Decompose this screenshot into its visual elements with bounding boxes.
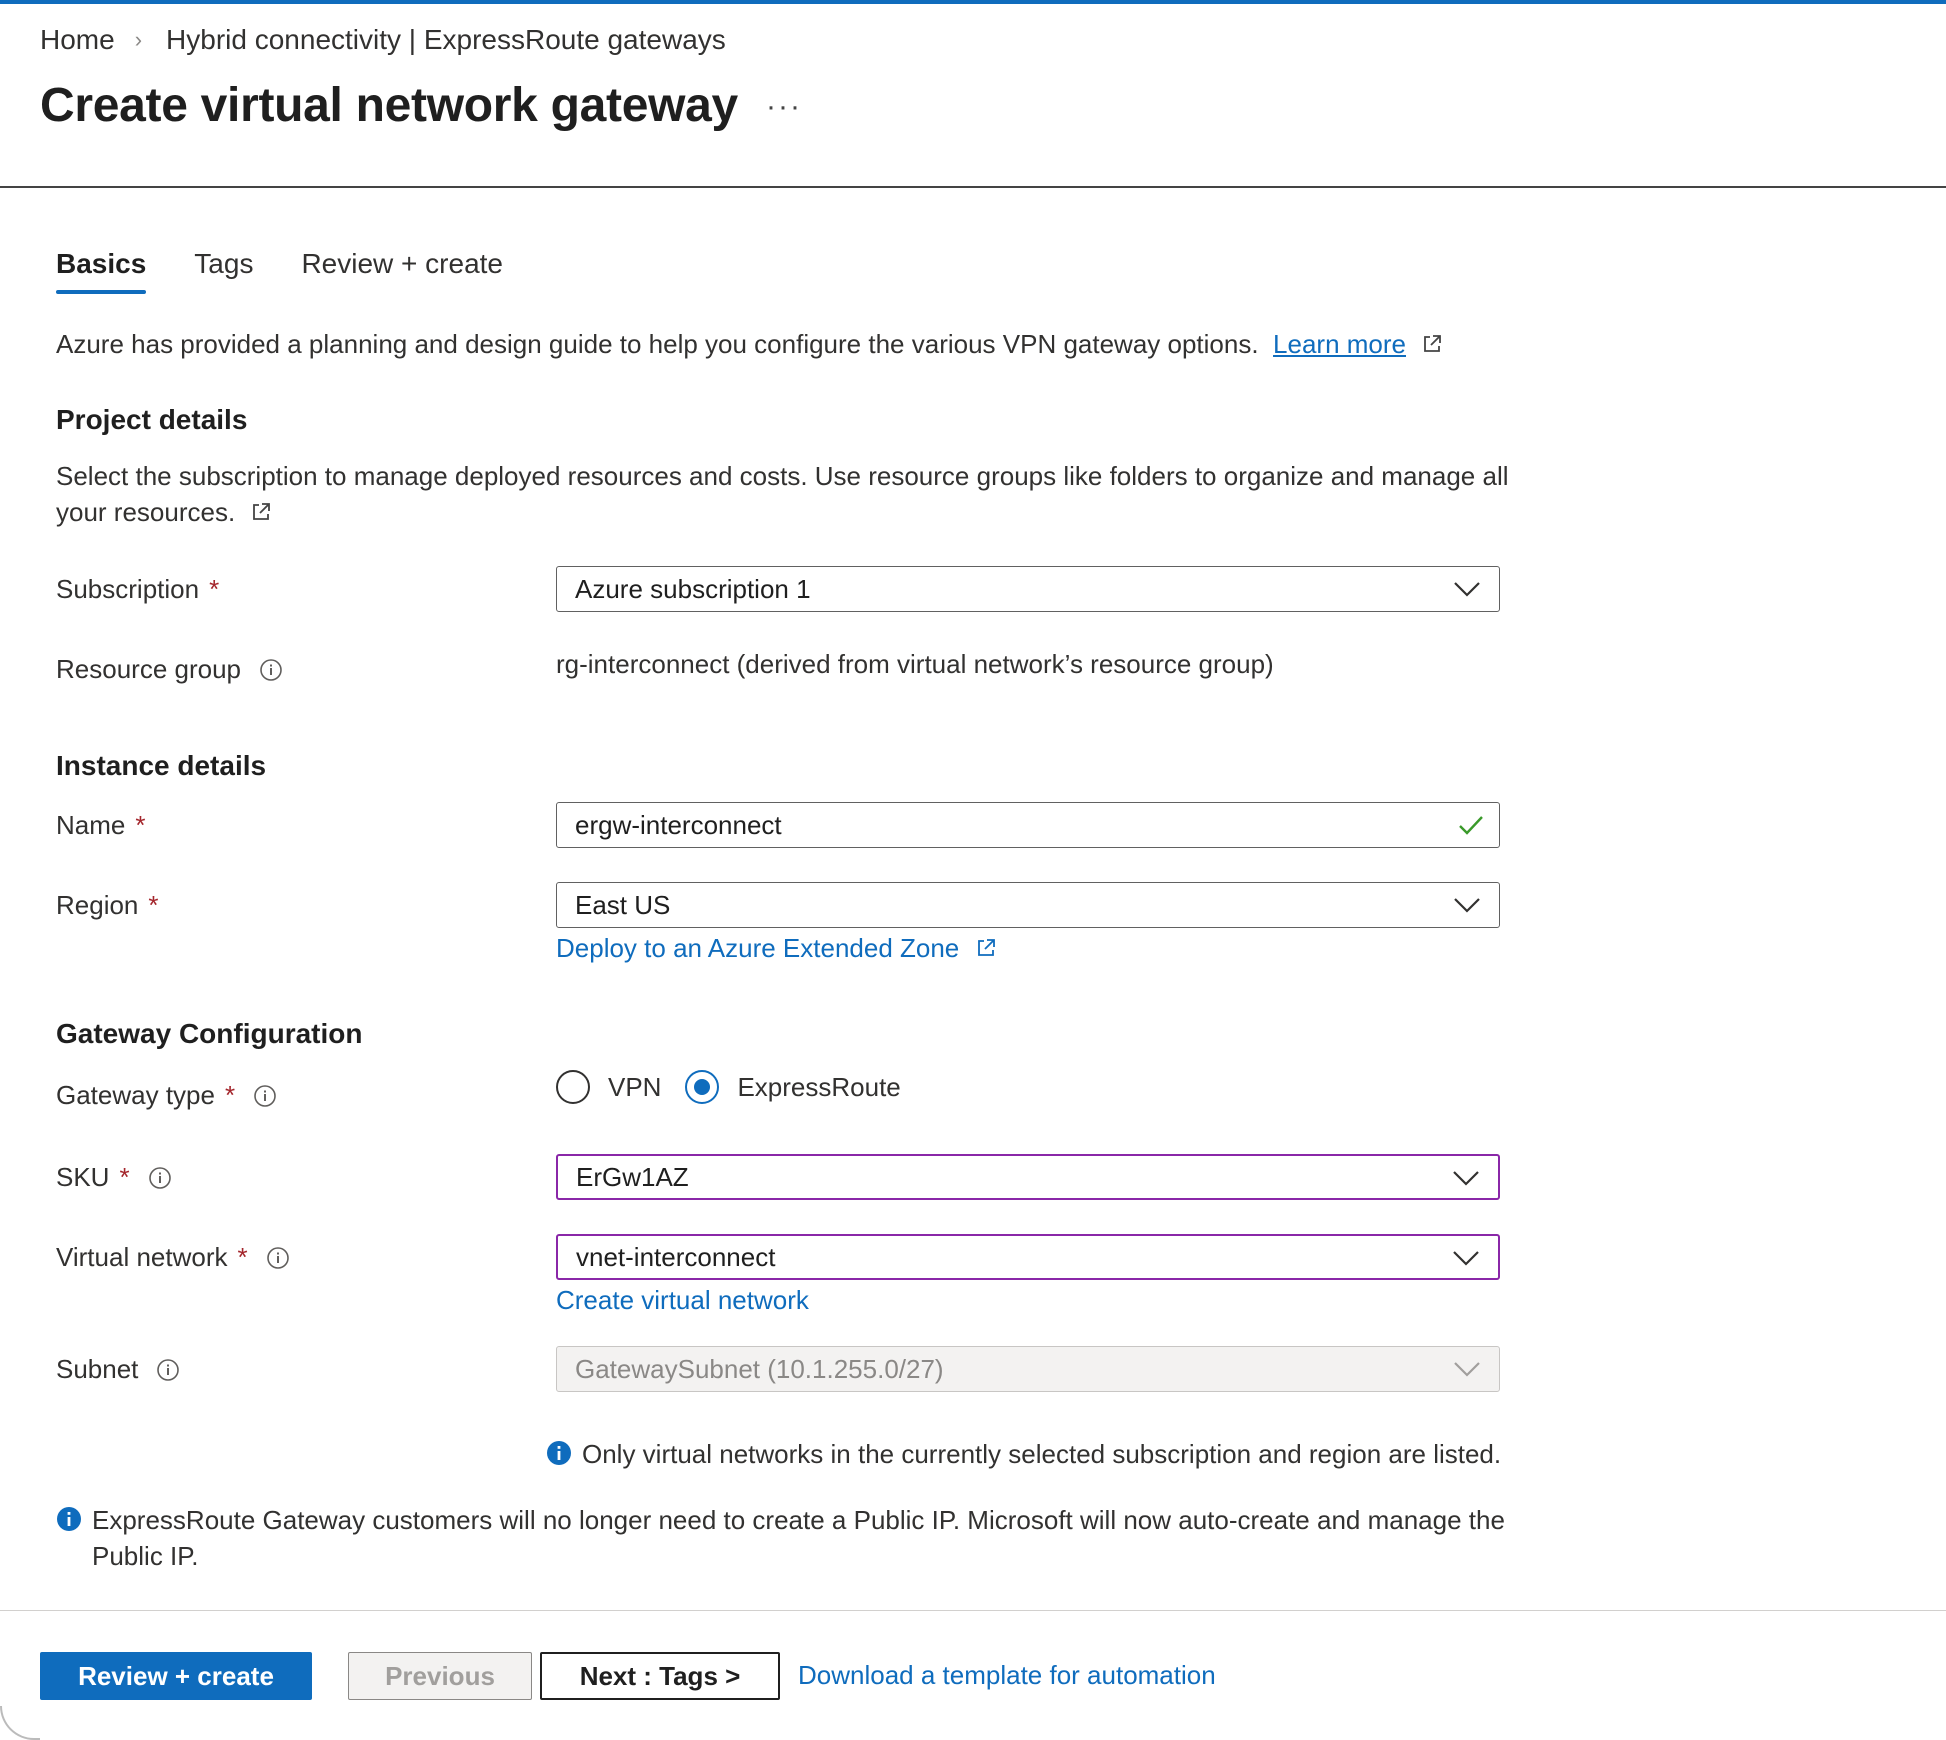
sku-value: ErGw1AZ [576, 1161, 689, 1192]
virtual-network-dropdown[interactable]: vnet-interconnect [556, 1234, 1500, 1280]
subscription-label-text: Subscription [56, 574, 200, 604]
name-value: ergw-interconnect [575, 809, 782, 840]
subscription-label: Subscription * [56, 574, 219, 605]
radio-expressroute-label[interactable]: ExpressRoute [737, 1072, 900, 1103]
public-ip-info-text: ExpressRoute Gateway customers will no l… [92, 1505, 1505, 1571]
public-ip-info-note: ExpressRoute Gateway customers will no l… [56, 1502, 1516, 1574]
subnet-dropdown: GatewaySubnet (10.1.255.0/27) [556, 1346, 1500, 1392]
create-virtual-network-link[interactable]: Create virtual network [556, 1282, 809, 1318]
instance-details-heading: Instance details [56, 750, 267, 781]
tab-strip: Basics Tags Review + create [56, 248, 551, 294]
subscription-value: Azure subscription 1 [575, 573, 811, 604]
tab-tags[interactable]: Tags [194, 248, 253, 294]
chevron-down-icon [1453, 1171, 1479, 1186]
region-value: East US [575, 889, 671, 920]
sku-label-text: SKU [56, 1162, 110, 1192]
top-accent-bar [0, 0, 1946, 4]
virtual-network-label: Virtual network * [56, 1242, 290, 1273]
info-icon[interactable] [253, 1084, 277, 1108]
breadcrumb-parent[interactable]: Hybrid connectivity | ExpressRoute gatew… [166, 24, 726, 56]
chevron-down-icon [1454, 582, 1480, 597]
learn-more-link[interactable]: Learn more [1273, 329, 1406, 359]
info-icon[interactable] [156, 1358, 180, 1382]
review-create-button[interactable]: Review + create [40, 1652, 312, 1700]
external-link-icon [977, 939, 995, 956]
project-description-text: Select the subscription to manage deploy… [56, 461, 1509, 527]
gateway-type-label: Gateway type * [56, 1080, 277, 1111]
tab-basics[interactable]: Basics [56, 248, 147, 294]
tab-review-create[interactable]: Review + create [301, 248, 503, 294]
sku-label: SKU * [56, 1162, 172, 1193]
chevron-down-icon [1454, 1362, 1480, 1377]
sku-dropdown[interactable]: ErGw1AZ [556, 1154, 1500, 1200]
previous-button: Previous [348, 1652, 532, 1700]
gateway-type-radio-group: VPN ExpressRoute [556, 1070, 925, 1104]
info-icon[interactable] [259, 658, 283, 682]
name-label: Name * [56, 810, 145, 841]
footer-divider [0, 1610, 1946, 1611]
required-marker: * [224, 1080, 236, 1110]
vnet-info-note: Only virtual networks in the currently s… [546, 1436, 1501, 1472]
info-icon[interactable] [148, 1166, 172, 1190]
external-link-icon[interactable] [250, 501, 272, 523]
gateway-configuration-heading: Gateway Configuration [56, 1018, 363, 1049]
region-dropdown[interactable]: East US [556, 882, 1500, 928]
subnet-label: Subnet [56, 1354, 180, 1385]
info-icon[interactable] [266, 1246, 290, 1270]
more-options-button[interactable]: ··· [766, 90, 802, 124]
resource-group-value: rg-interconnect (derived from virtual ne… [556, 649, 1274, 679]
chevron-down-icon [1454, 898, 1480, 913]
intro-line: Azure has provided a planning and design… [56, 326, 1443, 362]
required-marker: * [119, 1162, 130, 1192]
virtual-network-value: vnet-interconnect [576, 1241, 776, 1272]
info-filled-icon [57, 1507, 81, 1531]
radio-vpn[interactable] [556, 1070, 590, 1104]
external-link-icon [1424, 335, 1442, 352]
extended-zone-row: Deploy to an Azure Extended Zone [556, 930, 997, 966]
subnet-label-text: Subnet [56, 1354, 139, 1384]
radio-vpn-label[interactable]: VPN [608, 1072, 661, 1103]
virtual-network-label-text: Virtual network [56, 1242, 228, 1272]
subnet-value: GatewaySubnet (10.1.255.0/27) [575, 1353, 944, 1384]
required-marker: * [209, 574, 220, 604]
resource-group-label-text: Resource group [56, 654, 241, 684]
required-marker: * [148, 890, 159, 920]
window-corner [0, 1706, 40, 1740]
resource-group-label: Resource group [56, 654, 283, 685]
region-label: Region * [56, 890, 159, 921]
name-input[interactable]: ergw-interconnect [556, 802, 1500, 848]
breadcrumb: Home › Hybrid connectivity | ExpressRout… [40, 24, 726, 56]
radio-expressroute[interactable] [685, 1070, 720, 1104]
intro-text: Azure has provided a planning and design… [56, 329, 1259, 359]
required-marker: * [237, 1242, 248, 1272]
required-marker: * [135, 810, 146, 840]
subscription-dropdown[interactable]: Azure subscription 1 [556, 566, 1500, 612]
region-label-text: Region [56, 890, 139, 920]
header-divider [0, 186, 1946, 188]
gateway-type-label-text: Gateway type [56, 1080, 215, 1110]
deploy-extended-zone-link[interactable]: Deploy to an Azure Extended Zone [556, 933, 959, 963]
vnet-info-text: Only virtual networks in the currently s… [582, 1439, 1502, 1469]
next-tags-button[interactable]: Next : Tags > [540, 1652, 780, 1700]
breadcrumb-separator: › [134, 27, 143, 52]
project-description: Select the subscription to manage deploy… [56, 458, 1516, 530]
page-title: Create virtual network gateway [40, 79, 738, 132]
project-details-heading: Project details [56, 404, 248, 435]
checkmark-icon [1459, 816, 1483, 835]
download-template-link[interactable]: Download a template for automation [798, 1660, 1216, 1691]
info-filled-icon [547, 1441, 571, 1465]
name-label-text: Name [56, 810, 126, 840]
breadcrumb-home[interactable]: Home [40, 24, 115, 56]
chevron-down-icon [1453, 1251, 1479, 1266]
